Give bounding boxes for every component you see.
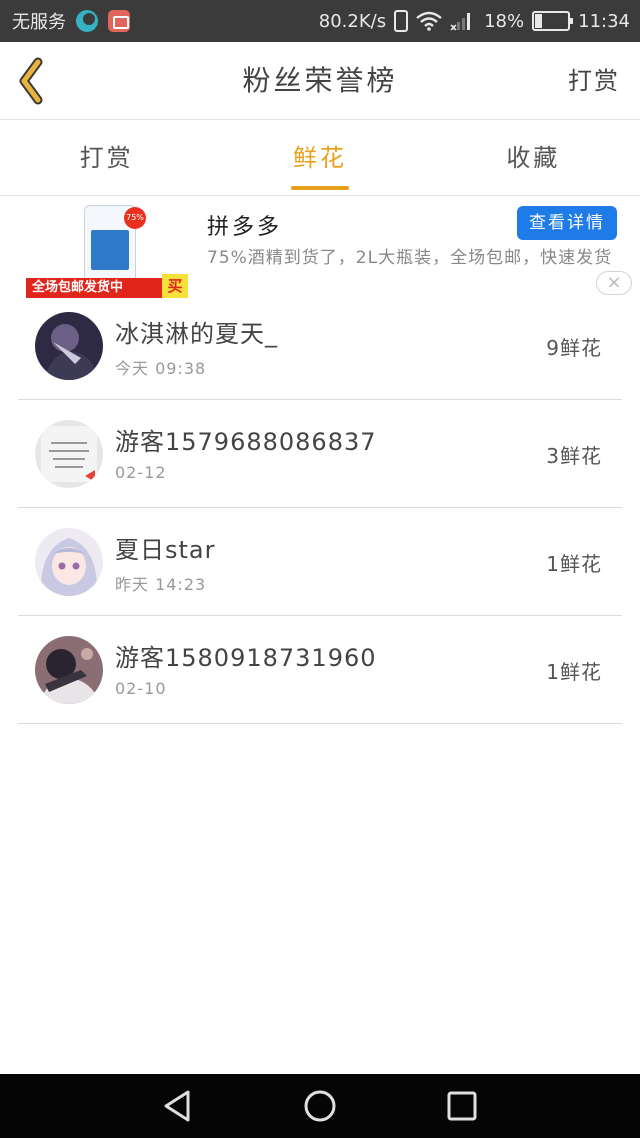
avatar[interactable] [35,420,103,488]
mail-icon [108,10,130,32]
network-speed: 80.2K/s [318,10,387,32]
flower-count: 9鲜花 [546,336,602,360]
tab-label: 打赏 [79,144,134,172]
fan-list: 冰淇淋的夏天_ 今天 09:38 9鲜花 游客1579688086837 02-… [18,292,622,724]
wifi-icon [416,11,442,31]
home-circle-icon[interactable] [302,1088,338,1124]
ad-description: 75%酒精到货了，2L大瓶装，全场包邮，快速发货 [207,248,613,268]
battery-percent: 18% [484,10,525,32]
carrier-text: 无服务 [12,12,66,33]
header: 粉丝荣誉榜 打赏 [0,42,640,120]
moon-icon [76,10,98,32]
signal-icon [450,13,471,31]
user-name: 游客1579688086837 [115,428,377,456]
ad-badge: 75% [124,207,146,229]
tab-favorites[interactable]: 收藏 [427,120,640,195]
user-name: 冰淇淋的夏天_ [115,320,278,348]
status-bar: 无服务 80.2K/s 18% 11:34 [0,0,640,42]
avatar[interactable] [35,636,103,704]
back-triangle-icon[interactable] [160,1088,196,1124]
user-time: 昨天 14:23 [115,575,207,594]
vibrate-icon [394,10,409,32]
list-item[interactable]: 夏日star 昨天 14:23 1鲜花 [18,508,622,616]
user-time: 今天 09:38 [115,359,207,378]
view-details-button[interactable]: 查看详情 [517,206,617,240]
tab-flowers[interactable]: 鲜花 [213,120,426,195]
list-item[interactable]: 游客1579688086837 02-12 3鲜花 [18,400,622,508]
tab-label: 收藏 [506,144,561,172]
flower-count: 3鲜花 [546,444,602,468]
clock: 11:34 [578,10,630,32]
page-title: 粉丝荣誉榜 [242,64,398,97]
user-time: 02-12 [115,463,167,482]
ad-banner[interactable]: 75% 全场包邮发货中 买 拼多多 75%酒精到货了，2L大瓶装，全场包邮，快速… [0,197,640,302]
tab-bar: 打赏 鲜花 收藏 [0,120,640,196]
bottle-label [91,230,129,270]
flower-count: 1鲜花 [546,660,602,684]
active-tab-indicator [290,186,349,190]
system-nav-bar [0,1074,640,1138]
reward-button[interactable]: 打赏 [568,42,620,120]
avatar[interactable] [35,312,103,380]
ad-advertiser-name: 拼多多 [207,215,283,240]
recents-square-icon[interactable] [444,1088,480,1124]
avatar[interactable] [35,528,103,596]
ad-image[interactable]: 75% 全场包邮发货中 买 [26,205,188,298]
battery-icon [532,11,574,31]
user-time: 02-10 [115,679,167,698]
list-item[interactable]: 游客1580918731960 02-10 1鲜花 [18,616,622,724]
tab-label: 鲜花 [292,144,347,172]
user-name: 夏日star [115,536,216,564]
tab-reward[interactable]: 打赏 [0,120,213,195]
list-item[interactable]: 冰淇淋的夏天_ 今天 09:38 9鲜花 [18,292,622,400]
flower-count: 1鲜花 [546,552,602,576]
user-name: 游客1580918731960 [115,644,377,672]
